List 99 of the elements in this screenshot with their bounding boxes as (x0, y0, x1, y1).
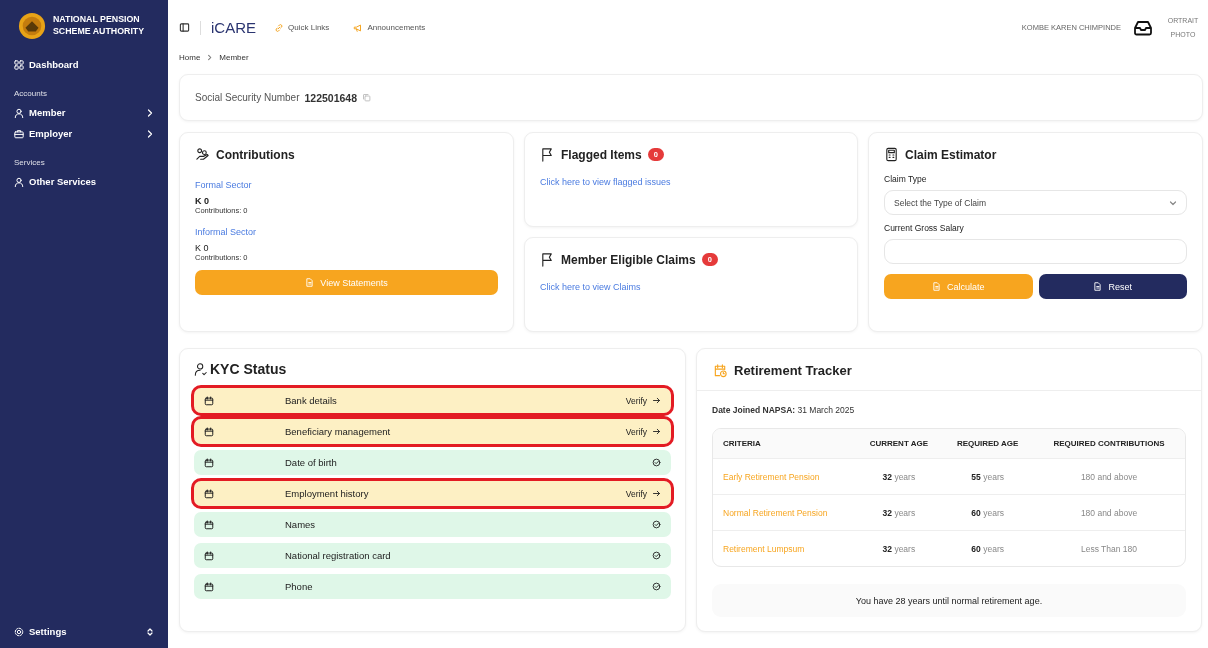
section-heading: Accounts (13, 88, 48, 100)
column-header: REQUIRED CONTRIBUTIONS (1033, 429, 1185, 458)
kyc-item[interactable]: Phone (194, 574, 671, 599)
table-cell: 55 years (942, 458, 1033, 494)
kyc-item[interactable]: Employment history Verify (194, 481, 671, 506)
check-circle-icon (652, 582, 661, 591)
chevron-right-icon (146, 129, 154, 138)
kyc-item[interactable]: Beneficiary management Verify (194, 419, 671, 444)
view-link[interactable]: Click here to view Claims (540, 282, 842, 292)
column-header: REQUIRED AGE (942, 429, 1033, 458)
table-cell: 180 and above (1033, 458, 1185, 494)
check-circle-icon (652, 520, 661, 529)
sector-link[interactable]: Formal Sector (195, 180, 498, 190)
sidebar-item[interactable]: Member (8, 102, 160, 123)
kyc-item[interactable]: National registration card (194, 543, 671, 568)
kyc-item[interactable]: Bank details Verify (194, 388, 671, 413)
verify-link[interactable]: Verify (625, 426, 647, 437)
sidebar-item[interactable]: Other Services (8, 171, 160, 192)
ssn-label: Social Security Number (195, 92, 300, 103)
card-title: Member Eligible Claims (561, 252, 696, 267)
view-link[interactable]: Click here to view flagged issues (540, 177, 842, 187)
flag-icon (540, 147, 555, 162)
claim-type-dropdown[interactable]: Select the Type of Claim (884, 190, 1187, 215)
megaphone-icon (353, 22, 364, 33)
breadcrumb-item[interactable]: Member (219, 53, 249, 62)
table-cell: Early Retirement Pension (713, 458, 856, 494)
column-header: CRITERIA (713, 429, 856, 458)
retirement-note: You have 28 years until normal retirement age. (712, 584, 1186, 617)
link-icon (274, 22, 284, 33)
user-icon (14, 176, 24, 187)
sidebar-item[interactable]: Dashboard (8, 54, 160, 75)
table-cell: Retirement Lumpsum (713, 530, 856, 566)
chevron-right-icon (146, 108, 154, 117)
organization-name: NATIONAL PENSION SCHEME AUTHORITY (53, 14, 146, 38)
flag-icon (540, 252, 555, 267)
calendar-clock-icon (713, 363, 728, 378)
kyc-item[interactable]: Names (194, 512, 671, 537)
card-title: Flagged Items (561, 147, 642, 162)
emblem-logo (18, 12, 46, 40)
date-joined-value: 31 March 2025 (797, 405, 855, 415)
card-title: Retirement Tracker (734, 363, 852, 378)
arrow-right-icon (652, 489, 661, 498)
kyc-item[interactable]: Date of birth (194, 450, 671, 475)
header-link[interactable]: Quick Links (274, 22, 330, 33)
table-cell: 32 years (855, 494, 943, 530)
verify-link[interactable]: Verify (625, 488, 647, 499)
header-link[interactable]: Announcements (353, 22, 426, 33)
calendar-icon (204, 426, 214, 437)
calendar-icon (204, 581, 214, 592)
calendar-icon (204, 457, 214, 468)
breadcrumb-item[interactable]: Home (179, 53, 201, 62)
section-heading: Services (13, 157, 46, 169)
verify-link[interactable]: Verify (625, 395, 647, 406)
chevron-right-icon (206, 54, 214, 61)
table-cell: 32 years (855, 458, 943, 494)
sidebar-item[interactable]: Employer (8, 123, 160, 144)
settings-icon (14, 626, 24, 637)
table-cell: 180 and above (1033, 494, 1185, 530)
calendar-icon (204, 519, 214, 530)
table-cell: Less Than 180 (1033, 530, 1185, 566)
document-icon (932, 282, 941, 291)
arrow-right-icon (652, 427, 661, 436)
column-header: CURRENT AGE (855, 429, 943, 458)
document-icon (1093, 282, 1103, 291)
calendar-icon (204, 550, 214, 561)
check-circle-icon (652, 551, 661, 560)
calendar-icon (204, 395, 214, 406)
app-name: iCARE (211, 19, 256, 36)
table-cell: 32 years (855, 530, 943, 566)
field-label: Current Gross Salary (884, 223, 965, 233)
card-title: Claim Estimator (905, 147, 997, 162)
form-button[interactable]: Reset (1038, 274, 1187, 299)
check-circle-icon (652, 458, 661, 467)
salary-input[interactable] (884, 239, 1187, 264)
briefcase-icon (14, 128, 24, 139)
table-cell: 60 years (942, 530, 1033, 566)
hand-coins-icon (195, 147, 210, 162)
grid-icon (14, 59, 24, 70)
sector-link[interactable]: Informal Sector (195, 227, 498, 237)
amount: K 0 (195, 196, 210, 206)
document-icon (305, 278, 315, 287)
table-cell: Normal Retirement Pension (713, 494, 856, 530)
expand-icon (146, 627, 154, 636)
sidebar-toggle-icon[interactable] (179, 22, 190, 33)
card-title: Contributions (216, 147, 295, 162)
amount: K 0 (195, 243, 210, 253)
calculator-icon (884, 147, 899, 162)
user-icon (14, 107, 24, 118)
ssn-value: 122501648 (304, 91, 358, 104)
field-label: Claim Type (884, 174, 928, 184)
date-joined-label: Date Joined NAPSA: (712, 405, 796, 415)
calendar-icon (204, 488, 214, 499)
user-check-icon (194, 362, 208, 376)
inbox-icon[interactable] (1133, 19, 1153, 36)
arrow-right-icon (652, 396, 661, 405)
settings-item[interactable]: Settings (8, 621, 160, 642)
table-cell: 60 years (942, 494, 1033, 530)
card-title: KYC Status (210, 361, 287, 377)
chevron-down-icon (1169, 198, 1177, 207)
